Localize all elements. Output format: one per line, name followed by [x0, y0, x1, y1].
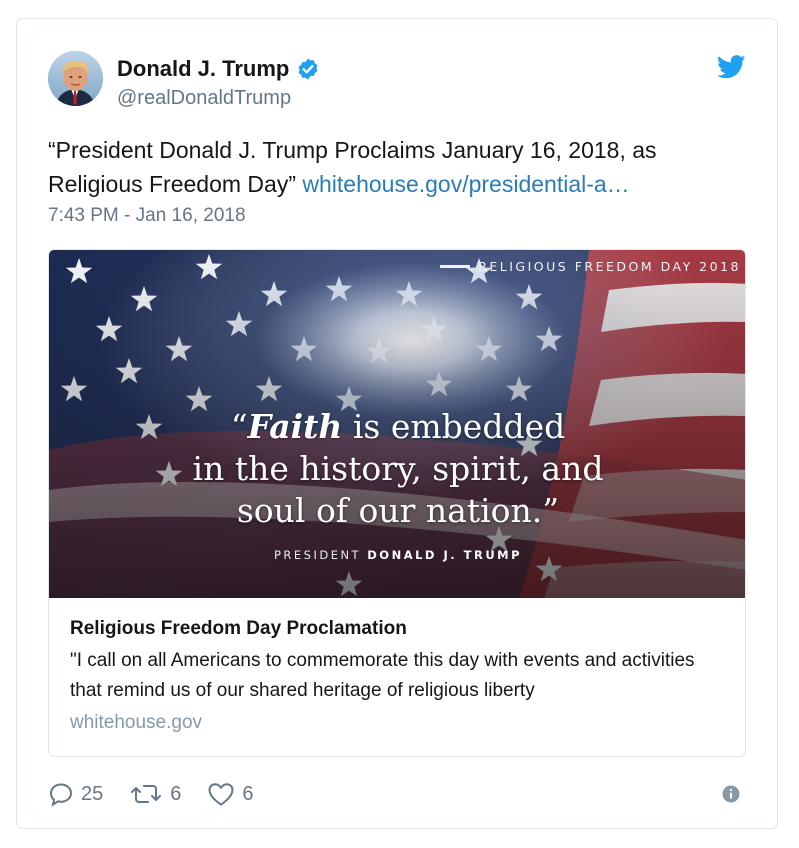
reply-icon	[49, 783, 73, 807]
heart-icon	[208, 783, 234, 806]
quote-emphasis: Faith	[247, 407, 343, 446]
tweet-timestamp[interactable]: 7:43 PM - Jan 16, 2018	[48, 205, 246, 227]
author-name-text[interactable]: Donald J. Trump	[117, 56, 289, 82]
info-icon[interactable]	[722, 785, 740, 803]
quote-line-1: “Faith is embedded	[49, 406, 745, 448]
attribution-prefix: PRESIDENT	[273, 548, 362, 562]
card-body[interactable]: Religious Freedom Day Proclamation "I ca…	[70, 616, 730, 734]
twitter-bird-icon[interactable]	[717, 55, 746, 79]
tweet-text: “President Donald J. Trump Proclaims Jan…	[48, 133, 738, 201]
card-image[interactable]: RELIGIOUS FREEDOM DAY 2018 “Faith is emb…	[49, 250, 745, 598]
quote-line-3: soul of our nation.”	[236, 491, 560, 530]
quote-line-2: in the history, spirit, and	[192, 449, 604, 488]
image-attribution: PRESIDENT DONALD J. TRUMP	[49, 548, 745, 562]
image-tag-text: RELIGIOUS FREEDOM DAY 2018	[478, 259, 741, 274]
retweet-button[interactable]: 6	[129, 781, 181, 807]
like-count: 6	[242, 782, 254, 805]
card-domain[interactable]: whitehouse.gov	[70, 712, 730, 734]
embedded-tweet: Donald J. Trump @realDonaldTrump “Presid…	[16, 18, 778, 829]
tweet-actions: 25 6 6	[48, 781, 254, 807]
card-description: "I call on all Americans to commemorate …	[70, 650, 695, 701]
card-title[interactable]: Religious Freedom Day Proclamation	[70, 616, 730, 642]
retweet-count: 6	[170, 782, 182, 805]
author-name[interactable]: Donald J. Trump	[117, 56, 320, 82]
avatar[interactable]	[48, 51, 103, 106]
quote-open-mark: “	[230, 407, 248, 446]
quote-line-1-rest: is embedded	[342, 407, 566, 446]
tweet-link[interactable]: whitehouse.gov/presidential-a…	[302, 171, 629, 197]
image-quote: “Faith is embedded in the history, spiri…	[49, 406, 745, 532]
like-button[interactable]: 6	[207, 781, 254, 807]
tag-dash	[440, 265, 471, 268]
attribution-name: DONALD J. TRUMP	[367, 548, 523, 562]
retweet-icon	[131, 785, 162, 803]
reply-button[interactable]: 25	[48, 781, 103, 807]
author-handle[interactable]: @realDonaldTrump	[117, 87, 291, 110]
link-card[interactable]: RELIGIOUS FREEDOM DAY 2018 “Faith is emb…	[48, 249, 746, 757]
image-tag: RELIGIOUS FREEDOM DAY 2018	[440, 259, 741, 274]
reply-count: 25	[81, 782, 104, 805]
verified-badge-icon	[298, 58, 318, 80]
